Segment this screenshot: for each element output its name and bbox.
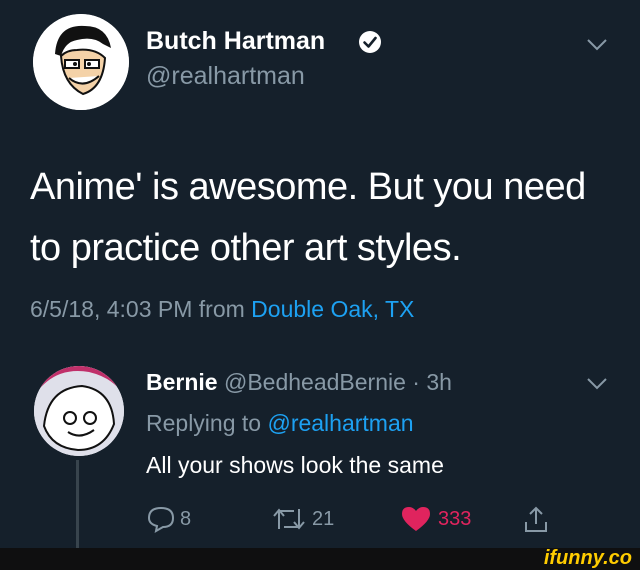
comment-icon [147, 506, 175, 533]
share-icon[interactable] [522, 505, 550, 535]
author-handle[interactable]: @realhartman [146, 62, 305, 91]
reply-avatar[interactable] [34, 366, 124, 456]
thread-line [76, 460, 79, 548]
tweet-meta: 6/5/18, 4:03 PM from Double Oak, TX [30, 296, 414, 323]
like-count: 333 [438, 507, 472, 530]
tweet-text-line-1: Anime' is awesome. But you need [30, 166, 586, 208]
retweet-button[interactable]: 21 [270, 505, 334, 533]
author-name[interactable]: Butch Hartman [146, 27, 325, 56]
replying-to: Replying to @realhartman [146, 410, 414, 437]
tweet-text-line-2: to practice other art styles. [30, 227, 462, 269]
reply-action-button[interactable]: 8 [146, 505, 191, 533]
reply-author-name[interactable]: Bernie [146, 369, 218, 395]
like-button[interactable]: 333 [400, 505, 471, 533]
tweet-timestamp[interactable]: 6/5/18, 4:03 PM from [30, 296, 245, 322]
reply-chevron-down-icon[interactable] [586, 377, 608, 391]
cartoon-portrait-icon [33, 14, 129, 110]
reply-text: All your shows look the same [146, 452, 444, 478]
author-avatar[interactable] [33, 14, 129, 110]
replying-to-prefix: Replying to [146, 410, 262, 436]
ifunny-watermark: ifunny.co [543, 547, 632, 569]
tweet-location[interactable]: Double Oak, TX [251, 296, 414, 322]
reply-header: Bernie @BedheadBernie · 3h [146, 369, 452, 396]
reply-handle-time[interactable]: @BedheadBernie · 3h [224, 369, 452, 395]
chevron-down-icon[interactable] [586, 38, 608, 52]
heart-icon [402, 507, 430, 531]
character-portrait-icon [34, 366, 124, 456]
reply-count: 8 [180, 507, 192, 530]
retweet-icon [273, 508, 305, 530]
replying-to-handle[interactable]: @realhartman [267, 410, 413, 436]
retweet-count: 21 [312, 507, 335, 530]
verified-badge-icon [359, 31, 381, 53]
